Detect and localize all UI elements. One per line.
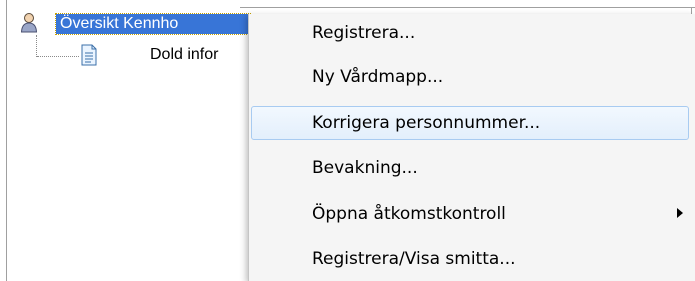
- menu-item-ny-vardmapp[interactable]: Ny Vårdmapp...: [248, 60, 695, 94]
- document-icon[interactable]: [80, 44, 98, 66]
- menu-item-label: Öppna åtkomstkontroll: [312, 204, 506, 224]
- menu-border: [248, 14, 249, 281]
- menu-item-registrera[interactable]: Registrera...: [248, 16, 695, 50]
- tree-item-root-label[interactable]: Översikt Kennho: [55, 13, 251, 35]
- menu-item-label: Registrera...: [312, 23, 416, 43]
- tree-border-top: [240, 7, 695, 8]
- menu-item-oppna-atkomstkontroll[interactable]: Öppna åtkomstkontroll: [248, 197, 695, 231]
- menu-item-registrera-visa-smitta[interactable]: Registrera/Visa smitta...: [248, 242, 695, 276]
- tree-connector: [37, 56, 79, 58]
- menu-item-label: Bevakning...: [312, 158, 418, 178]
- tree-connector: [36, 35, 38, 57]
- menu-item-label: Korrigera personnummer...: [312, 113, 541, 133]
- tree-item-child-label[interactable]: Dold infor: [150, 45, 242, 65]
- submenu-arrow-icon: [677, 208, 683, 218]
- menu-item-label: Registrera/Visa smitta...: [312, 249, 516, 269]
- context-menu: Registrera... Ny Vårdmapp... Korrigera p…: [248, 14, 695, 281]
- menu-item-label: Ny Vårdmapp...: [312, 67, 444, 87]
- tree-border: [6, 0, 7, 281]
- menu-item-korrigera-personnummer[interactable]: Korrigera personnummer...: [251, 106, 689, 140]
- menu-item-bevakning[interactable]: Bevakning...: [248, 151, 695, 185]
- person-icon[interactable]: [20, 12, 38, 33]
